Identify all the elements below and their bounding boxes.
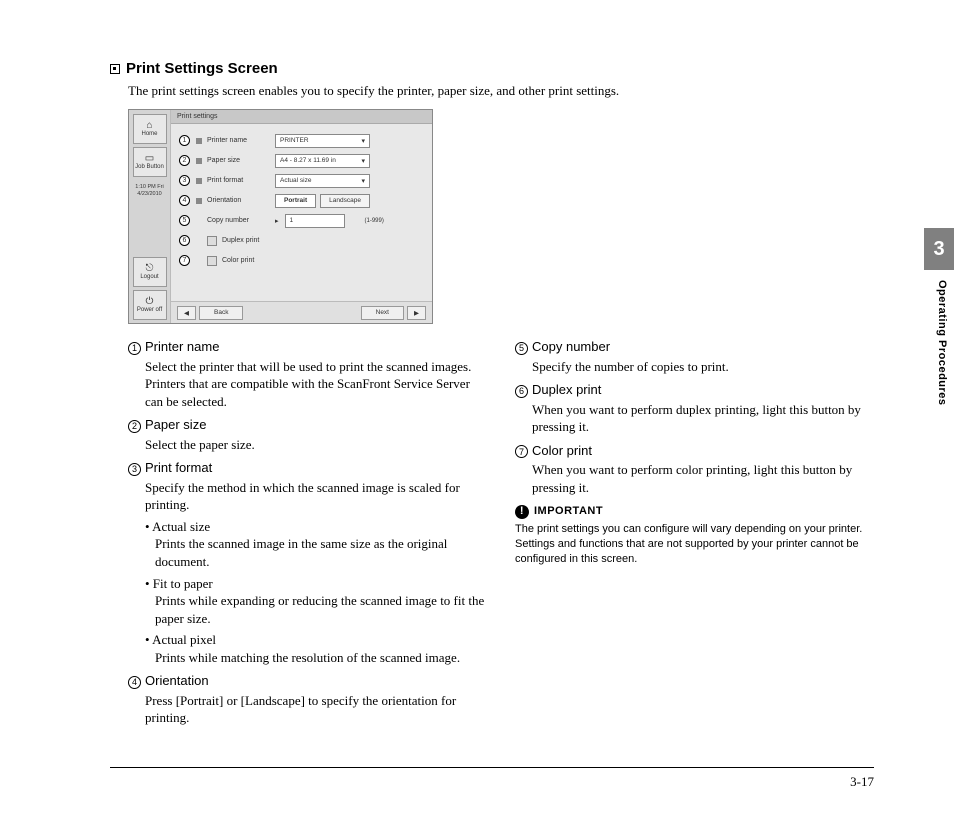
callout-1: 1 (179, 135, 190, 146)
ss-row-print-format: 3 Print format Actual size▾ (179, 172, 424, 189)
back-button[interactable]: Back (199, 306, 243, 320)
sub-actual-size: • Actual sizePrints the scanned image in… (145, 518, 487, 571)
portrait-button[interactable]: Portrait (275, 194, 316, 208)
sub-fit-to-paper: • Fit to paperPrints while expanding or … (145, 575, 487, 628)
logout-icon: ⎋ (146, 264, 154, 274)
item-paper-size: 2Paper size Select the paper size. (128, 416, 487, 453)
item-orientation: 4Orientation Press [Portrait] or [Landsc… (128, 672, 487, 727)
circled-1-icon: 1 (128, 342, 141, 355)
right-column: 5Copy number Specify the number of copie… (515, 338, 874, 733)
ss-logout-button[interactable]: ⎋Logout (133, 257, 167, 287)
item-color-print: 7Color print When you want to perform co… (515, 442, 874, 497)
color-checkbox[interactable] (207, 256, 217, 266)
ss-sidebar: ⌂Home ▭Job Button 1:10 PM Fri4/23/2010 ⎋… (129, 110, 171, 323)
print-settings-screenshot: ⌂Home ▭Job Button 1:10 PM Fri4/23/2010 ⎋… (128, 109, 433, 324)
chapter-label: Operating Procedures (936, 280, 948, 406)
ss-footer: ◀Back Next▶ (171, 301, 432, 323)
chevron-down-icon: ▾ (361, 157, 365, 165)
section-bullet-icon (110, 64, 120, 74)
section-title-text: Print Settings Screen (126, 60, 278, 77)
duplex-checkbox[interactable] (207, 236, 217, 246)
ss-datetime: 1:10 PM Fri4/23/2010 (135, 184, 163, 198)
page-number: 3-17 (850, 774, 874, 790)
left-column: 1Printer name Select the printer that wi… (128, 338, 487, 733)
next-arrow-button[interactable]: ▶ (407, 306, 426, 320)
job-icon: ▭ (145, 154, 154, 164)
circled-3-icon: 3 (128, 463, 141, 476)
ss-row-printer-name: 1 Printer name PRINTER▾ (179, 132, 424, 149)
ss-row-paper-size: 2 Paper size A4 - 8.27 x 11.69 in▾ (179, 152, 424, 169)
circled-5-icon: 5 (515, 342, 528, 355)
ss-row-orientation: 4 Orientation PortraitLandscape (179, 192, 424, 209)
ss-row-duplex: 6 Duplex print (179, 232, 424, 249)
important-body: The print settings you can configure wil… (515, 522, 874, 567)
section-intro: The print settings screen enables you to… (128, 83, 874, 99)
paper-size-dropdown[interactable]: A4 - 8.27 x 11.69 in▾ (275, 154, 370, 168)
section-heading: Print Settings Screen (110, 60, 874, 77)
callout-5: 5 (179, 215, 190, 226)
important-heading: !IMPORTANT (515, 504, 874, 519)
chevron-down-icon: ▾ (361, 137, 365, 145)
home-icon: ⌂ (146, 121, 152, 131)
ss-title: Print settings (171, 110, 432, 124)
printer-name-dropdown[interactable]: PRINTER▾ (275, 134, 370, 148)
item-printer-name: 1Printer name Select the printer that wi… (128, 338, 487, 410)
copy-number-input[interactable]: 1 (285, 214, 345, 228)
print-format-dropdown[interactable]: Actual size▾ (275, 174, 370, 188)
ss-row-color: 7 Color print (179, 252, 424, 269)
back-arrow-button[interactable]: ◀ (177, 306, 196, 320)
power-icon: ⏻ (146, 297, 154, 307)
ss-row-copy-number: 5 Copy number ▸ 1 (1-999) (179, 212, 424, 229)
footer-rule (110, 767, 874, 768)
next-button[interactable]: Next (361, 306, 404, 320)
callout-2: 2 (179, 155, 190, 166)
circled-7-icon: 7 (515, 445, 528, 458)
item-print-format: 3Print format Specify the method in whic… (128, 459, 487, 666)
circled-4-icon: 4 (128, 676, 141, 689)
callout-4: 4 (179, 195, 190, 206)
chevron-down-icon: ▾ (361, 177, 365, 185)
callout-7: 7 (179, 255, 190, 266)
item-duplex-print: 6Duplex print When you want to perform d… (515, 381, 874, 436)
ss-home-button[interactable]: ⌂Home (133, 114, 167, 144)
circled-2-icon: 2 (128, 420, 141, 433)
landscape-button[interactable]: Landscape (320, 194, 370, 208)
circled-6-icon: 6 (515, 385, 528, 398)
chapter-tab: 3 (924, 228, 954, 270)
sub-actual-pixel: • Actual pixelPrints while matching the … (145, 631, 487, 666)
callout-6: 6 (179, 235, 190, 246)
ss-poweroff-button[interactable]: ⏻Power off (133, 290, 167, 320)
callout-3: 3 (179, 175, 190, 186)
item-copy-number: 5Copy number Specify the number of copie… (515, 338, 874, 375)
chevron-right-icon: ▸ (275, 217, 279, 225)
ss-jobbutton-button[interactable]: ▭Job Button (133, 147, 167, 177)
exclamation-icon: ! (515, 505, 529, 519)
